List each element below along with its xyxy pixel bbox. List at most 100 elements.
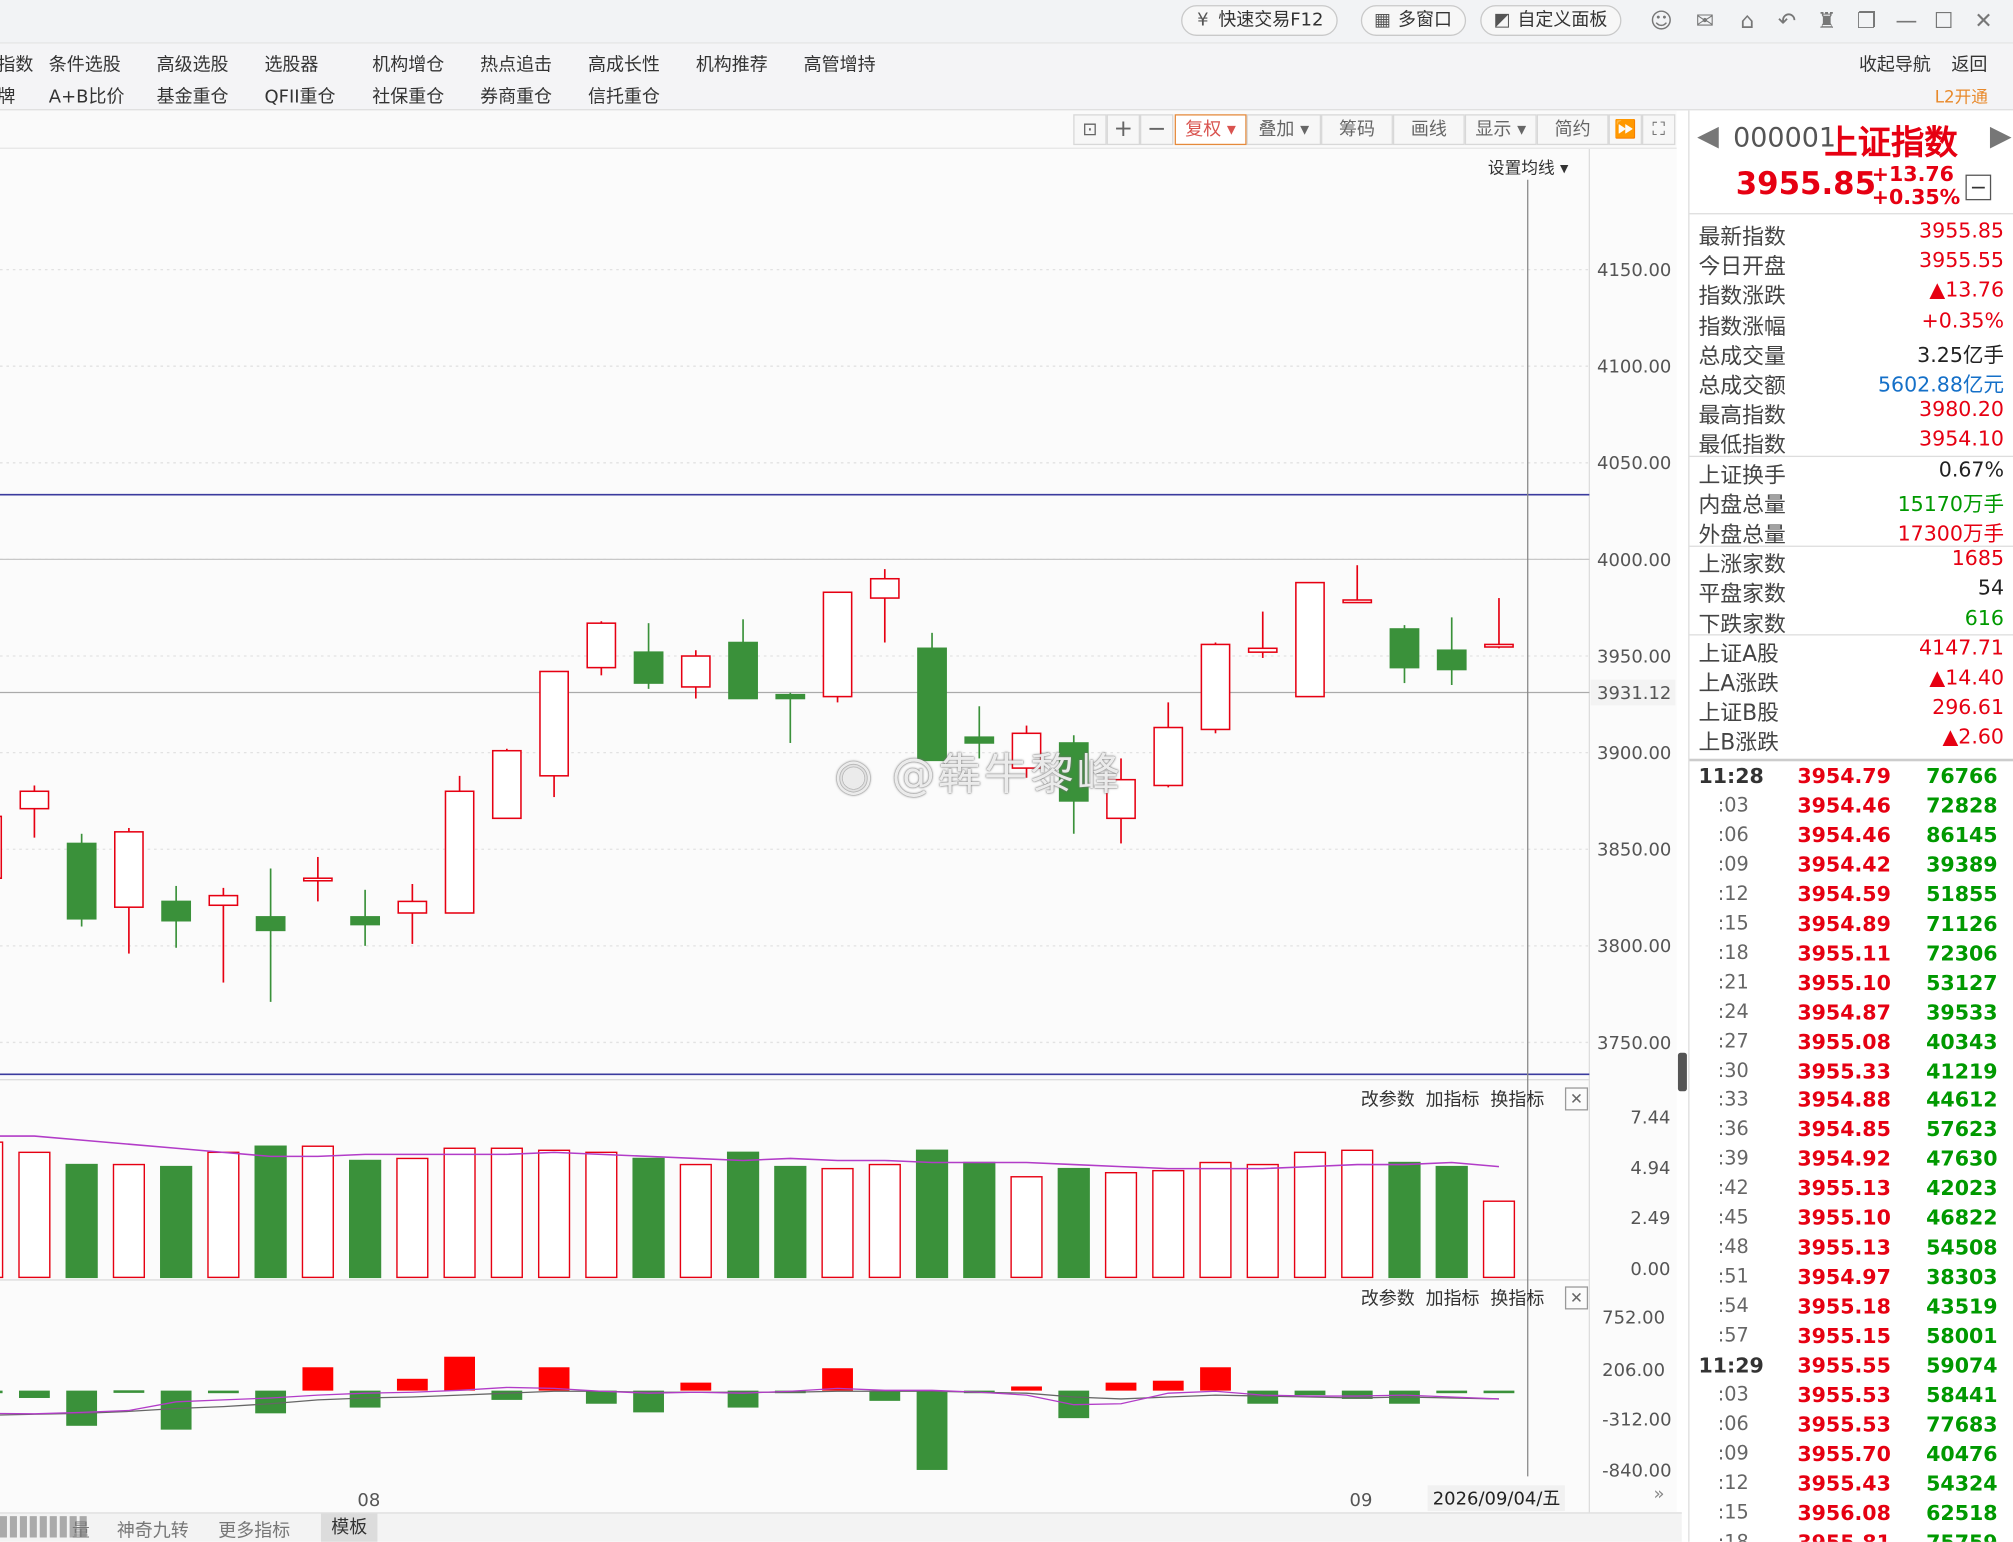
- set-ma-button[interactable]: 设置均线 ▾: [1488, 154, 1568, 178]
- candle-body: [1200, 643, 1231, 731]
- menu-item[interactable]: 高管增持: [804, 51, 876, 77]
- title-bar: ¥ 快速交易F12 ▦ 多窗口 ◩ 自定义面板 ☺ ✉ ⌂ ↶ ♜ ❐ — ☐ ✕: [0, 0, 2013, 44]
- stat-value: ▲13.76: [1929, 277, 2005, 303]
- draw-line-button[interactable]: 画线: [1392, 114, 1465, 146]
- tick-row: :39 3954.92 47630: [1689, 1147, 2013, 1177]
- menu-item[interactable]: 热点追击: [480, 51, 552, 77]
- menu-item[interactable]: QFII重仓: [264, 83, 335, 109]
- tick-price: 3954.79: [1797, 763, 1891, 789]
- fullscreen-icon[interactable]: ⛶: [1641, 114, 1676, 146]
- tick-price: 3955.81: [1797, 1530, 1891, 1542]
- tick-price: 3954.85: [1797, 1117, 1891, 1142]
- display-button[interactable]: 显示 ▾: [1464, 114, 1537, 146]
- tick-row: :18 3955.11 72306: [1689, 941, 2013, 971]
- menu-item[interactable]: 机构增仓: [372, 51, 444, 77]
- shirt-icon[interactable]: ♜: [1813, 8, 1841, 36]
- kline-chart-area[interactable]: 4150.00 4100.00 4050.00 4000.00 3950.00 3900.…: [0, 148, 1677, 1515]
- menu-item[interactable]: A+B比价: [49, 83, 125, 109]
- quick-trade-button[interactable]: ¥ 快速交易F12: [1181, 5, 1338, 36]
- menu-item[interactable]: 选股器: [264, 51, 318, 77]
- mail-icon[interactable]: ✉: [1691, 8, 1719, 36]
- tick-time: :42: [1717, 1176, 1749, 1200]
- next-stock-icon[interactable]: ▶: [1990, 121, 2012, 153]
- menu-item[interactable]: 高级选股: [157, 51, 229, 77]
- tick-row: :03 3955.53 58441: [1689, 1383, 2013, 1413]
- menu-item[interactable]: 牌: [0, 83, 15, 109]
- vol-close-icon[interactable]: ✕: [1564, 1087, 1589, 1111]
- collapse-quote-icon[interactable]: −: [1965, 174, 1992, 201]
- tick-time: :06: [1717, 1412, 1749, 1436]
- menu-item[interactable]: 高成长性: [588, 51, 660, 77]
- tab-template[interactable]: 模板: [320, 1513, 378, 1542]
- app-window: ¥ 快速交易F12 ▦ 多窗口 ◩ 自定义面板 ☺ ✉ ⌂ ↶ ♜ ❐ — ☐ ✕ 指…: [0, 0, 2013, 1542]
- tab-volume[interactable]: 量: [72, 1517, 90, 1542]
- tick-time: :48: [1717, 1235, 1749, 1259]
- macd-histogram-bar: [822, 1368, 853, 1391]
- volume-bar: [18, 1151, 51, 1279]
- maximize-icon[interactable]: ☐: [1930, 8, 1958, 36]
- tick-time: :12: [1717, 881, 1749, 905]
- volume-bar: [537, 1149, 571, 1279]
- undo-icon[interactable]: ↶: [1773, 8, 1801, 36]
- fuquan-button[interactable]: 复权 ▾: [1174, 114, 1247, 146]
- simple-mode-button[interactable]: 简约: [1536, 114, 1609, 146]
- macd-add-indicator-link[interactable]: 加指标: [1426, 1289, 1480, 1310]
- macd-close-icon[interactable]: ✕: [1564, 1286, 1589, 1310]
- volume-bar: [65, 1163, 98, 1279]
- tick-time: :27: [1717, 1029, 1749, 1053]
- tick-volume: 43519: [1926, 1294, 1998, 1319]
- custom-panel-button[interactable]: ◩ 自定义面板: [1480, 5, 1622, 36]
- user-icon[interactable]: ☺: [1647, 8, 1675, 36]
- menu-item[interactable]: 指数: [0, 51, 33, 77]
- prev-stock-icon[interactable]: ◀: [1697, 121, 1719, 153]
- panel-collapse-handle[interactable]: [1677, 1052, 1687, 1092]
- tick-row: :21 3955.10 53127: [1689, 970, 2013, 1000]
- vol-switch-indicator-link[interactable]: 换指标: [1490, 1090, 1544, 1111]
- vol-add-indicator-link[interactable]: 加指标: [1426, 1090, 1480, 1111]
- tick-price: 3954.92: [1797, 1146, 1891, 1172]
- tab-more-indicators[interactable]: 更多指标: [218, 1517, 290, 1542]
- close-icon[interactable]: ✕: [1969, 8, 1997, 36]
- tick-row: :06 3955.53 77683: [1689, 1412, 2013, 1442]
- menu-item[interactable]: 券商重仓: [480, 83, 552, 109]
- menu-item[interactable]: 信托重仓: [588, 83, 660, 109]
- multi-window-button[interactable]: ▦ 多窗口: [1360, 5, 1467, 36]
- chips-button[interactable]: 筹码: [1321, 114, 1393, 146]
- minimize-icon[interactable]: —: [1892, 8, 1920, 36]
- macd-histogram-bar: [160, 1390, 192, 1430]
- back-link[interactable]: 返回: [1951, 51, 1987, 77]
- l2-open-link[interactable]: L2开通: [1935, 83, 1988, 108]
- menu-item[interactable]: 机构推荐: [696, 51, 768, 77]
- collapse-nav-link[interactable]: 收起导航: [1859, 51, 1931, 77]
- stat-label: 上证A股: [1698, 641, 1779, 668]
- macd-switch-indicator-link[interactable]: 换指标: [1490, 1289, 1544, 1310]
- tick-price: 3955.15: [1797, 1323, 1891, 1349]
- lock-icon[interactable]: ⊡: [1073, 114, 1107, 146]
- stat-row: 内盘总量 15170万手: [1689, 486, 2013, 518]
- home-icon[interactable]: ⌂: [1733, 8, 1761, 36]
- menu-item[interactable]: 社保重仓: [372, 83, 444, 109]
- scroll-right-icon[interactable]: »: [1654, 1484, 1665, 1505]
- volume-bar: [1152, 1169, 1185, 1279]
- restore-icon[interactable]: ❐: [1853, 8, 1881, 36]
- candle-body: [633, 651, 664, 684]
- tick-time: :36: [1717, 1117, 1749, 1141]
- tick-price: 3955.53: [1797, 1412, 1891, 1437]
- macd-tick-label: -312.00: [1602, 1410, 1671, 1431]
- stat-value: 54: [1977, 575, 2005, 601]
- macd-change-params-link[interactable]: 改参数: [1361, 1289, 1415, 1310]
- zoom-out-icon[interactable]: −: [1140, 114, 1174, 146]
- menu-item[interactable]: 基金重仓: [157, 83, 229, 109]
- fast-forward-icon[interactable]: ⏩: [1608, 114, 1642, 146]
- candle-body: [822, 591, 853, 698]
- tab-magic-nine[interactable]: 神奇九转: [117, 1517, 189, 1542]
- zoom-in-icon[interactable]: +: [1106, 114, 1141, 146]
- stat-label: 最新指数: [1698, 224, 1786, 251]
- vol-change-params-link[interactable]: 改参数: [1361, 1090, 1415, 1111]
- tick-time: :06: [1717, 822, 1749, 846]
- tick-volume: 38303: [1926, 1264, 1998, 1290]
- stat-label: 今日开盘: [1698, 254, 1786, 281]
- tick-row: :54 3955.18 43519: [1689, 1294, 2013, 1324]
- overlay-button[interactable]: 叠加 ▾: [1246, 114, 1322, 146]
- menu-item[interactable]: 条件选股: [49, 51, 121, 77]
